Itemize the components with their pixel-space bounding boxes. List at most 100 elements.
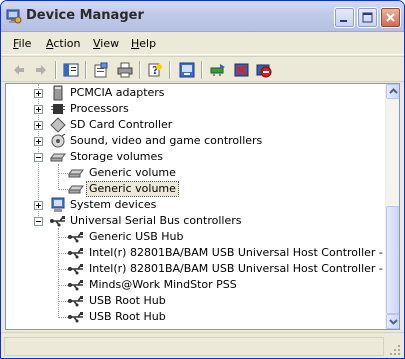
show-hide-tree-button[interactable]	[61, 60, 81, 80]
sd-card-icon	[50, 117, 66, 133]
device-manager-icon	[6, 9, 22, 24]
tree-item-sd-card-controller[interactable]: SD Card Controller	[6, 117, 384, 133]
collapse-button[interactable]	[34, 153, 43, 162]
expand-button[interactable]	[34, 137, 43, 146]
usb-icon	[68, 296, 83, 307]
processor-icon	[51, 104, 65, 114]
scan-hardware-button[interactable]	[177, 60, 197, 80]
tree-item-processors[interactable]: Processors	[6, 101, 384, 117]
tree-item-label: Generic volume	[89, 166, 176, 179]
disable-device-icon	[256, 64, 272, 78]
tree-item-mindstor-pss[interactable]: Minds@Work MindStor PSS	[6, 277, 384, 293]
toolbar-separator	[169, 61, 171, 79]
uninstall-icon	[234, 63, 249, 77]
back-button[interactable]	[9, 60, 29, 80]
tree-item-intel-usb-2444[interactable]: Intel(r) 82801BA/BAM USB Universal Host …	[6, 261, 399, 277]
scan-hardware-icon	[179, 62, 195, 78]
menu-file-label: ile	[18, 37, 32, 50]
menu-view[interactable]: View	[93, 37, 119, 50]
pcmcia-icon	[53, 85, 63, 101]
uninstall-button[interactable]	[232, 60, 252, 80]
window-title: Device Manager	[26, 8, 144, 23]
usb-icon	[68, 232, 83, 243]
print-button[interactable]	[115, 60, 135, 80]
status-pane	[4, 337, 384, 356]
menu-action[interactable]: Action	[46, 37, 80, 50]
maximize-icon	[362, 12, 373, 23]
tree-item-label: USB Root Hub	[89, 294, 166, 307]
storage-volume-icon	[50, 153, 66, 162]
storage-volume-icon	[68, 169, 84, 178]
device-tree[interactable]: PCMCIA adapters Processors SD Card Contr…	[6, 84, 399, 329]
usb-icon	[68, 312, 83, 323]
expand-button[interactable]	[34, 105, 43, 114]
tree-item-label: Intel(r) 82801BA/BAM USB Universal Host …	[89, 262, 400, 275]
minimize-icon	[340, 20, 347, 22]
tree-item-generic-volume-selected[interactable]: Generic volume	[6, 181, 384, 197]
tree-item-storage-volumes[interactable]: Storage volumes	[6, 149, 384, 165]
help-icon: ?	[148, 63, 162, 77]
show-hide-tree-icon	[63, 63, 79, 77]
disable-device-button[interactable]	[254, 60, 274, 80]
minimize-button[interactable]	[334, 7, 355, 28]
device-tree-pane[interactable]: PCMCIA adapters Processors SD Card Contr…	[5, 83, 400, 330]
tree-item-sound-video-game[interactable]: Sound, video and game controllers	[6, 133, 384, 149]
usb-icon	[68, 264, 83, 275]
properties-icon	[94, 62, 108, 78]
close-button[interactable]	[380, 7, 401, 28]
help-button[interactable]: ?	[145, 60, 165, 80]
tree-item-generic-usb-hub[interactable]: Generic USB Hub	[6, 229, 384, 245]
tree-connector	[58, 173, 68, 174]
collapse-button[interactable]	[34, 217, 43, 226]
menu-action-label: ction	[53, 37, 81, 50]
title-bar[interactable]: Device Manager	[1, 1, 404, 32]
menu-view-label: iew	[100, 37, 120, 50]
expand-button[interactable]	[34, 89, 43, 98]
tree-item-label: Universal Serial Bus controllers	[70, 214, 242, 227]
expand-button[interactable]	[34, 121, 43, 130]
status-bar	[1, 332, 404, 358]
tree-item-usb-root-hub[interactable]: USB Root Hub	[6, 309, 384, 325]
toolbar-separator	[201, 61, 203, 79]
tree-item-generic-volume[interactable]: Generic volume	[6, 165, 384, 181]
tree-item-label: SD Card Controller	[70, 118, 173, 131]
device-manager-window: Device Manager File Action View Help ? P…	[0, 0, 405, 359]
usb-icon	[68, 280, 83, 291]
back-arrow-icon	[14, 65, 24, 75]
tree-connector	[58, 253, 68, 254]
menu-help[interactable]: Help	[131, 37, 156, 50]
expand-button[interactable]	[34, 201, 43, 210]
update-driver-button[interactable]	[208, 60, 228, 80]
toolbar-separator	[139, 61, 141, 79]
system-devices-icon	[51, 197, 65, 212]
tree-item-label: Minds@Work MindStor PSS	[89, 278, 237, 291]
chevron-up-icon	[389, 88, 398, 94]
vertical-scrollbar[interactable]	[385, 84, 399, 329]
tree-item-usb-controllers[interactable]: Universal Serial Bus controllers	[6, 213, 384, 229]
tree-item-label: PCMCIA adapters	[70, 86, 165, 99]
tree-connector	[58, 317, 68, 318]
properties-button[interactable]	[91, 60, 111, 80]
tree-item-intel-usb-2442[interactable]: Intel(r) 82801BA/BAM USB Universal Host …	[6, 245, 399, 261]
tree-connector	[58, 301, 68, 302]
usb-icon	[68, 248, 83, 259]
forward-button[interactable]	[31, 60, 51, 80]
tree-item-pcmcia-adapters[interactable]: PCMCIA adapters	[6, 85, 384, 101]
scroll-down-button[interactable]	[386, 314, 399, 329]
update-driver-icon	[210, 64, 225, 76]
tree-item-system-devices[interactable]: System devices	[6, 197, 384, 213]
menu-file[interactable]: File	[13, 37, 31, 50]
tree-item-usb-root-hub[interactable]: USB Root Hub	[6, 293, 384, 309]
scroll-thumb[interactable]	[386, 206, 399, 314]
tree-item-label: Generic USB Hub	[89, 230, 184, 243]
scroll-up-button[interactable]	[386, 84, 399, 99]
tree-connector	[58, 285, 68, 286]
tree-item-label: Storage volumes	[70, 150, 164, 163]
toolbar-separator	[85, 61, 87, 79]
close-icon	[386, 13, 395, 22]
resize-grip-icon[interactable]	[389, 344, 401, 356]
tree-item-label: Processors	[70, 102, 129, 115]
usb-icon	[50, 216, 65, 227]
maximize-button[interactable]	[357, 7, 378, 28]
print-icon	[117, 62, 133, 78]
